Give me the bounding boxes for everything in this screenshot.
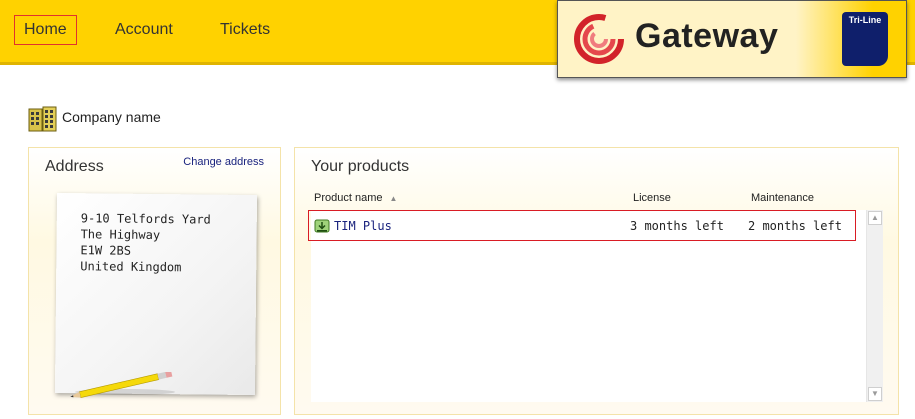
nav-account[interactable]: Account: [106, 15, 182, 45]
products-panel: Your products Product name ▲ License Mai…: [294, 147, 899, 415]
products-table: TIM Plus 3 months left 2 months left ▲ ▼: [308, 210, 883, 402]
address-note: 9-10 Telfords Yard The Highway E1W 2BS U…: [54, 192, 258, 396]
nav-home[interactable]: Home: [14, 15, 77, 45]
table-row[interactable]: TIM Plus 3 months left 2 months left: [308, 210, 856, 241]
logo-text: Gateway: [635, 17, 779, 55]
sort-ascending-icon: ▲: [389, 194, 398, 203]
products-title: Your products: [311, 158, 410, 175]
column-header-label: Product name: [314, 192, 383, 204]
triline-badge: Tri-Line: [842, 12, 888, 66]
product-name-link[interactable]: TIM Plus: [334, 219, 392, 233]
building-icon: [28, 106, 57, 132]
gateway-logo: Gateway Tri-Line: [557, 0, 907, 78]
license-value: 3 months left: [630, 219, 724, 233]
column-header-product-name[interactable]: Product name ▲: [314, 192, 397, 204]
vertical-scrollbar[interactable]: ▲ ▼: [866, 210, 883, 402]
product-download-icon: [314, 219, 330, 233]
nav-tickets[interactable]: Tickets: [211, 15, 279, 45]
column-header-license[interactable]: License: [633, 192, 671, 204]
scroll-up-icon[interactable]: ▲: [868, 211, 882, 225]
address-line: The Highway: [80, 227, 161, 243]
address-line: E1W 2BS: [80, 243, 132, 258]
company-name: Company name: [62, 109, 161, 125]
address-line: United Kingdom: [80, 259, 182, 275]
gateway-swirl-icon: [574, 14, 624, 64]
address-line: 9-10 Telfords Yard: [80, 211, 211, 227]
column-header-maintenance[interactable]: Maintenance: [751, 192, 814, 204]
scroll-down-icon[interactable]: ▼: [868, 387, 882, 401]
address-title: Address: [45, 158, 104, 175]
maintenance-value: 2 months left: [748, 219, 842, 233]
change-address-link[interactable]: Change address: [183, 156, 264, 168]
pencil-icon: [70, 372, 175, 398]
address-panel: Address Change address 9-10 Telfords Yar…: [28, 147, 281, 415]
triline-label: Tri-Line: [848, 15, 882, 25]
